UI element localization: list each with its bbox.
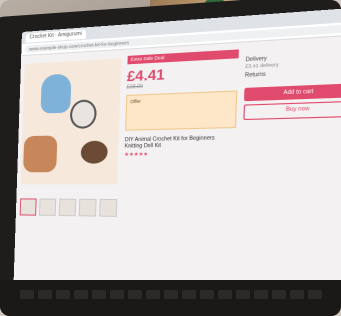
product-title: DIY Animal Crochet Kit for Beginners Kni… bbox=[124, 135, 235, 150]
buy-now-button[interactable]: Buy now bbox=[243, 100, 341, 121]
fox-toy bbox=[23, 135, 58, 173]
key bbox=[236, 290, 250, 299]
key bbox=[20, 290, 34, 299]
thumbnail[interactable] bbox=[78, 198, 97, 217]
thumbnail[interactable] bbox=[58, 198, 77, 217]
thumbnail-strip bbox=[19, 198, 118, 217]
laptop-screen: Crochet Kit · Amigurumi www.example-shop… bbox=[13, 6, 341, 308]
key bbox=[200, 290, 214, 299]
add-to-cart-button[interactable]: Add to cart bbox=[243, 83, 341, 102]
thumbnail[interactable] bbox=[99, 198, 118, 217]
key bbox=[110, 290, 124, 299]
product-image[interactable] bbox=[19, 58, 122, 217]
key bbox=[56, 290, 70, 299]
offer-title: Offer bbox=[130, 98, 142, 105]
hedgehog-toy bbox=[80, 140, 108, 164]
key bbox=[254, 290, 268, 299]
returns-label: Returns bbox=[244, 71, 266, 80]
thumbnail[interactable] bbox=[19, 198, 37, 216]
key bbox=[308, 290, 322, 299]
rating-stars: ★★★★★ bbox=[124, 151, 149, 159]
key bbox=[290, 290, 304, 299]
photo-scene: Crochet Kit · Amigurumi www.example-shop… bbox=[0, 0, 341, 316]
key bbox=[182, 290, 196, 299]
key bbox=[74, 290, 88, 299]
key bbox=[146, 290, 160, 299]
key bbox=[38, 290, 52, 299]
key bbox=[128, 290, 142, 299]
title-line: Knitting Doll Kit bbox=[124, 142, 162, 150]
offer-box: Offer bbox=[125, 90, 238, 131]
product-info: Extra Sale Deal £4.41 £18.00 Offer DIY A… bbox=[124, 49, 239, 158]
purchase-panel: Delivery £3.41 delivery Returns Add to c… bbox=[243, 47, 341, 121]
product-page: Extra Sale Deal £4.41 £18.00 Offer DIY A… bbox=[13, 35, 341, 307]
panda-toy bbox=[69, 99, 98, 130]
key bbox=[218, 290, 232, 299]
key bbox=[92, 290, 106, 299]
key bbox=[164, 290, 178, 299]
owl-toy bbox=[40, 73, 72, 114]
thumbnail[interactable] bbox=[38, 198, 57, 216]
key bbox=[272, 290, 286, 299]
